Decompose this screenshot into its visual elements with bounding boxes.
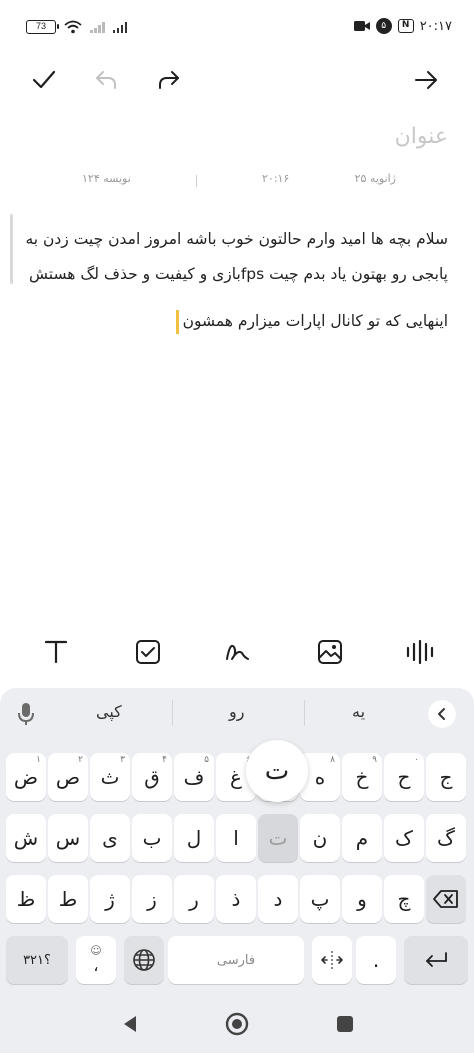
key-khe[interactable]: ۹خ bbox=[342, 753, 382, 801]
note-char-count: ۱۲۴ نویسه bbox=[82, 172, 131, 185]
key-te[interactable]: ت bbox=[258, 814, 298, 862]
note-paragraph: سلام بچه ها امید وارم حالتون خوب باشه ام… bbox=[25, 230, 448, 283]
clock: ۲۰:۱۷ bbox=[419, 18, 452, 34]
arrow-right-icon[interactable] bbox=[410, 64, 442, 96]
key-za[interactable]: ظ bbox=[6, 875, 46, 923]
key-sin[interactable]: س bbox=[48, 814, 88, 862]
key-zhe[interactable]: ژ bbox=[90, 875, 130, 923]
text-format-icon[interactable] bbox=[40, 636, 72, 668]
period-key[interactable]: . bbox=[356, 936, 396, 984]
globe-icon[interactable] bbox=[124, 936, 164, 984]
key-fe[interactable]: ۵ف bbox=[174, 753, 214, 801]
key-zal[interactable]: ذ bbox=[216, 875, 256, 923]
recents-square-icon[interactable] bbox=[333, 1012, 357, 1036]
key-ze[interactable]: ز bbox=[132, 875, 172, 923]
note-meta: ۲۵ ژانویه ۲۰:۱۶ ۱۲۴ نویسه bbox=[0, 172, 474, 192]
key-shin[interactable]: ش bbox=[6, 814, 46, 862]
paragraph-marker bbox=[10, 214, 13, 284]
text-caret bbox=[175, 309, 179, 334]
check-icon[interactable] bbox=[28, 64, 60, 96]
key-nun[interactable]: ن bbox=[300, 814, 340, 862]
back-triangle-icon[interactable] bbox=[118, 1012, 142, 1036]
suggestion-item[interactable]: کپی bbox=[96, 702, 122, 721]
status-right: ۵ N ۲۰:۱۷ bbox=[353, 18, 452, 34]
note-time: ۲۰:۱۶ bbox=[262, 172, 290, 185]
suggestion-divider bbox=[304, 700, 305, 726]
key-be[interactable]: ب bbox=[132, 814, 172, 862]
image-icon[interactable] bbox=[314, 636, 346, 668]
checkbox-icon[interactable] bbox=[132, 636, 164, 668]
status-bar: 73 ۵ N ۲۰:۱۷ bbox=[0, 0, 474, 60]
key-kaf[interactable]: ک bbox=[384, 814, 424, 862]
comma-key[interactable]: ☺ ، bbox=[76, 936, 116, 984]
signal-strength-icon bbox=[112, 21, 127, 33]
key-sad[interactable]: ۲ص bbox=[48, 753, 88, 801]
note-title-input[interactable]: عنوان bbox=[395, 124, 448, 149]
key-dal[interactable]: د bbox=[258, 875, 298, 923]
format-bar bbox=[0, 632, 474, 672]
key-preview-popup: ت bbox=[246, 740, 308, 802]
undo-icon[interactable] bbox=[90, 64, 122, 96]
key-alef[interactable]: ا bbox=[216, 814, 256, 862]
video-camera-icon bbox=[353, 21, 370, 31]
key-lam[interactable]: ل bbox=[174, 814, 214, 862]
status-left: 73 bbox=[26, 20, 127, 34]
note-paragraph-text: اینهایی که تو کانال اپارات میزارم همشون bbox=[182, 312, 448, 330]
scribble-icon[interactable] bbox=[222, 636, 254, 668]
notification-count-badge: ۵ bbox=[375, 18, 392, 34]
key-jim[interactable]: ج bbox=[426, 753, 466, 801]
note-body[interactable]: سلام بچه ها امید وارم حالتون خوب باشه ام… bbox=[22, 222, 448, 339]
key-re[interactable]: ر bbox=[174, 875, 214, 923]
audio-waveform-icon[interactable] bbox=[404, 636, 436, 668]
suggestion-item[interactable]: یه bbox=[352, 702, 365, 721]
suggestion-strip: کپی رو یه bbox=[0, 688, 474, 740]
wifi-icon bbox=[64, 20, 82, 34]
suggestion-divider bbox=[172, 700, 173, 726]
chevron-left-icon[interactable] bbox=[428, 700, 456, 728]
key-se[interactable]: ۳ث bbox=[90, 753, 130, 801]
suggestion-item[interactable]: رو bbox=[229, 702, 244, 721]
mic-icon[interactable] bbox=[16, 702, 36, 730]
enter-icon[interactable] bbox=[404, 936, 468, 984]
key-ta[interactable]: ط bbox=[48, 875, 88, 923]
redo-icon[interactable] bbox=[153, 64, 185, 96]
signal-strength-icon bbox=[90, 21, 105, 33]
key-mim[interactable]: م bbox=[342, 814, 382, 862]
note-date: ۲۵ ژانویه bbox=[354, 172, 396, 185]
meta-divider bbox=[196, 175, 197, 187]
battery-indicator: 73 bbox=[26, 20, 59, 34]
key-ghaf[interactable]: ۴ق bbox=[132, 753, 172, 801]
key-pe[interactable]: پ bbox=[300, 875, 340, 923]
key-he-jimi[interactable]: ۰ح bbox=[384, 753, 424, 801]
home-circle-icon[interactable] bbox=[225, 1012, 249, 1036]
navigation-bar bbox=[0, 994, 474, 1053]
key-ye[interactable]: ی bbox=[90, 814, 130, 862]
space-key[interactable]: فارسی bbox=[168, 936, 304, 984]
key-vav[interactable]: و bbox=[342, 875, 382, 923]
nfc-icon: N bbox=[397, 19, 414, 33]
symbols-key[interactable]: ؟۳۲۱ bbox=[6, 936, 68, 984]
key-che[interactable]: چ bbox=[384, 875, 424, 923]
editor-toolbar bbox=[0, 58, 474, 102]
note-paragraph-current: اینهایی که تو کانال اپارات میزارم همشون bbox=[175, 304, 448, 339]
cursor-move-icon[interactable] bbox=[312, 936, 352, 984]
key-gaf[interactable]: گ bbox=[426, 814, 466, 862]
backspace-icon[interactable] bbox=[426, 875, 466, 923]
key-zad[interactable]: ۱ض bbox=[6, 753, 46, 801]
